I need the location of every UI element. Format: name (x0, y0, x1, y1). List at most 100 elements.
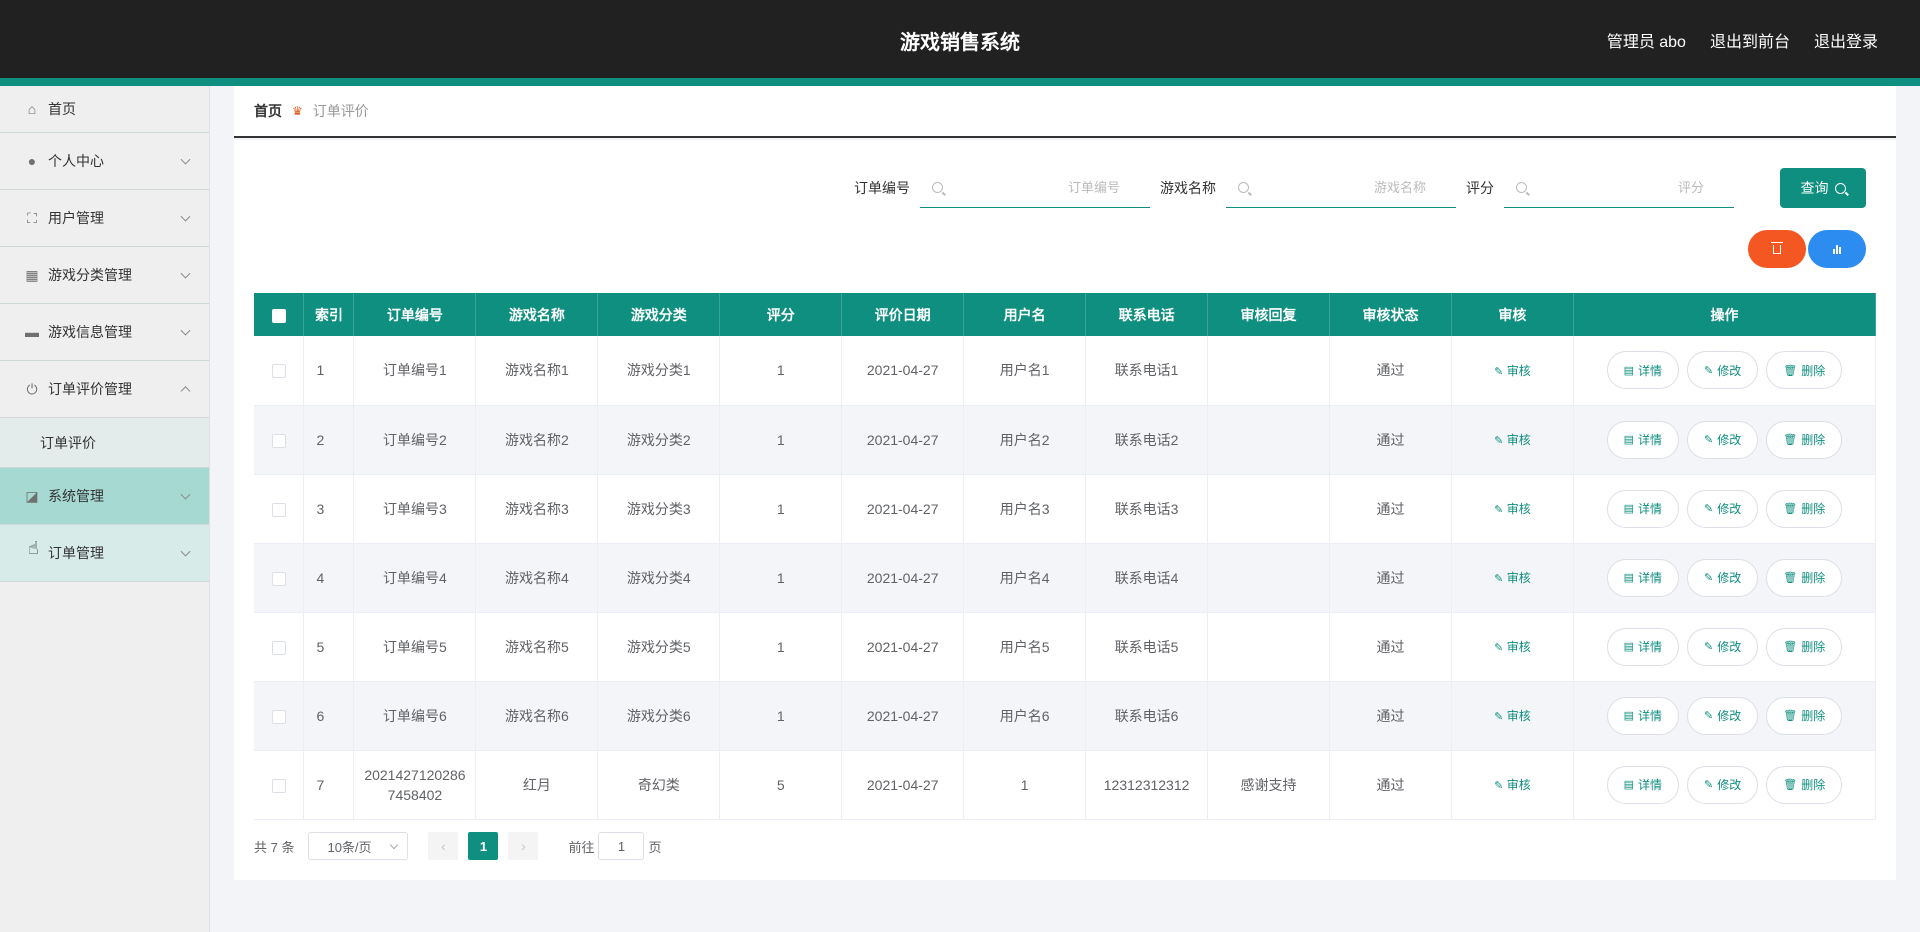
breadcrumb-home[interactable]: 首页 (254, 101, 282, 121)
delete-button[interactable]: 🗑 删除 (1766, 420, 1843, 459)
row-checkbox[interactable] (271, 364, 286, 379)
sidebar-item-user-management[interactable]: ⛶ 用户管理 (0, 190, 209, 247)
cell-status: 通过 (1329, 612, 1452, 682)
select-all-header[interactable] (254, 293, 305, 336)
audit-link[interactable]: ✎ 审核 (1494, 502, 1531, 516)
audit-link[interactable]: ✎ 审核 (1494, 433, 1531, 447)
delete-button[interactable]: 🗑 删除 (1766, 696, 1843, 735)
audit-link[interactable]: ✎ 审核 (1494, 364, 1531, 378)
sidebar-subitem-order-review[interactable]: 订单评价 (0, 418, 209, 468)
cell-username: 用户名5 (963, 612, 1087, 682)
column-header: 用户名 (963, 293, 1087, 336)
sidebar-item-home[interactable]: ⌂ 首页 (0, 86, 209, 133)
column-header: 操作 (1573, 293, 1877, 336)
header-stripe (0, 78, 1920, 86)
edit-label: 修改 (1717, 640, 1742, 654)
delete-button[interactable]: 🗑 删除 (1766, 765, 1843, 804)
sidebar-item-game-category[interactable]: ▦ 游戏分类管理 (0, 247, 209, 304)
cell-actions: ▤ 详情 ✎ 修改 🗑 删除 (1573, 681, 1877, 751)
cell-reply (1207, 405, 1331, 475)
breadcrumb-separator-icon: ♛ (292, 104, 303, 118)
row-select-cell[interactable] (254, 474, 305, 544)
cell-score: 1 (719, 681, 843, 751)
cell-actions: ▤ 详情 ✎ 修改 🗑 删除 (1573, 474, 1877, 544)
query-button[interactable]: 查询 (1780, 168, 1866, 208)
order-no-input[interactable] (920, 168, 1150, 207)
game-name-input[interactable] (1226, 168, 1456, 207)
delete-button[interactable]: 🗑 删除 (1766, 558, 1843, 597)
cell-date: 2021-04-27 (841, 405, 965, 475)
detail-button[interactable]: ▤ 详情 (1606, 420, 1680, 459)
next-page-button[interactable]: › (508, 832, 539, 860)
cell-game-name: 游戏名称1 (475, 336, 599, 406)
row-select-cell[interactable] (254, 612, 305, 682)
cell-status: 通过 (1329, 750, 1452, 820)
chevron-down-icon (180, 154, 191, 165)
select-all-checkbox[interactable] (271, 308, 286, 323)
document-icon: ▤ (1623, 572, 1635, 584)
detail-label: 详情 (1638, 571, 1663, 585)
logout-link[interactable]: 退出登录 (1814, 28, 1878, 52)
audit-link[interactable]: ✎ 审核 (1494, 571, 1531, 585)
row-checkbox[interactable] (271, 709, 286, 724)
edit-button[interactable]: ✎ 修改 (1687, 696, 1759, 735)
row-select-cell[interactable] (254, 336, 305, 406)
cell-audit: ✎ 审核 (1451, 750, 1574, 820)
sidebar-item-order-review-management[interactable]: ⏻ 订单评价管理 (0, 361, 209, 418)
page-number-button[interactable]: 1 (468, 832, 499, 860)
audit-link[interactable]: ✎ 审核 (1494, 709, 1531, 723)
audit-link[interactable]: ✎ 审核 (1494, 640, 1531, 654)
delete-button[interactable]: 🗑 删除 (1766, 489, 1843, 528)
table-row: 5 订单编号5 游戏名称5 游戏分类5 1 2021-04-27 用户名5 联系电话5 通过 ✎ … (254, 612, 1877, 682)
detail-button[interactable]: ▤ 详情 (1606, 558, 1680, 597)
edit-button[interactable]: ✎ 修改 (1687, 558, 1759, 597)
row-select-cell[interactable] (254, 543, 305, 613)
detail-label: 详情 (1638, 502, 1663, 516)
row-select-cell[interactable] (254, 681, 305, 751)
edit-button[interactable]: ✎ 修改 (1687, 627, 1759, 666)
page-size-select[interactable]: 10条/页 (308, 832, 409, 860)
row-checkbox[interactable] (271, 571, 286, 586)
exit-to-front-link[interactable]: 退出到前台 (1710, 28, 1790, 52)
row-checkbox[interactable] (271, 778, 286, 793)
cell-game-name: 游戏名称3 (475, 474, 599, 544)
pen-icon: ✎ (1704, 641, 1714, 653)
detail-button[interactable]: ▤ 详情 (1606, 627, 1680, 666)
edit-button[interactable]: ✎ 修改 (1687, 420, 1759, 459)
cell-actions: ▤ 详情 ✎ 修改 🗑 删除 (1573, 336, 1877, 406)
cell-score: 1 (719, 336, 843, 406)
edit-label: 修改 (1717, 571, 1742, 585)
edit-button[interactable]: ✎ 修改 (1687, 765, 1759, 804)
score-field (1504, 168, 1734, 208)
detail-button[interactable]: ▤ 详情 (1606, 351, 1680, 390)
column-header: 评价日期 (841, 293, 965, 336)
prev-page-button[interactable]: ‹ (428, 832, 459, 860)
goto-suffix: 页 (648, 839, 662, 855)
statistics-button[interactable] (1808, 230, 1866, 268)
audit-link[interactable]: ✎ 审核 (1494, 778, 1531, 792)
batch-delete-button[interactable] (1748, 230, 1806, 268)
edit-button[interactable]: ✎ 修改 (1687, 489, 1759, 528)
edit-button[interactable]: ✎ 修改 (1687, 351, 1759, 390)
search-icon (1238, 182, 1249, 193)
detail-button[interactable]: ▤ 详情 (1606, 696, 1680, 735)
sidebar-item-personal-center[interactable]: ● 个人中心 (0, 133, 209, 190)
delete-button[interactable]: 🗑 删除 (1766, 627, 1843, 666)
detail-button[interactable]: ▤ 详情 (1606, 765, 1680, 804)
query-button-label: 查询 (1800, 180, 1829, 196)
delete-label: 删除 (1801, 778, 1826, 792)
cell-index: 6 (303, 681, 355, 751)
detail-button[interactable]: ▤ 详情 (1606, 489, 1680, 528)
row-select-cell[interactable] (254, 405, 305, 475)
row-checkbox[interactable] (271, 502, 286, 517)
delete-button[interactable]: 🗑 删除 (1766, 351, 1843, 390)
row-checkbox[interactable] (271, 433, 286, 448)
score-input[interactable] (1504, 168, 1734, 207)
detail-label: 详情 (1638, 640, 1663, 654)
sidebar-item-system-management[interactable]: ◪ 系统管理 (0, 468, 209, 525)
row-select-cell[interactable] (254, 750, 305, 820)
pen-icon: ✎ (1494, 711, 1504, 723)
goto-page-input[interactable] (598, 832, 645, 860)
row-checkbox[interactable] (271, 640, 286, 655)
sidebar-item-game-info[interactable]: ▬ 游戏信息管理 (0, 304, 209, 361)
